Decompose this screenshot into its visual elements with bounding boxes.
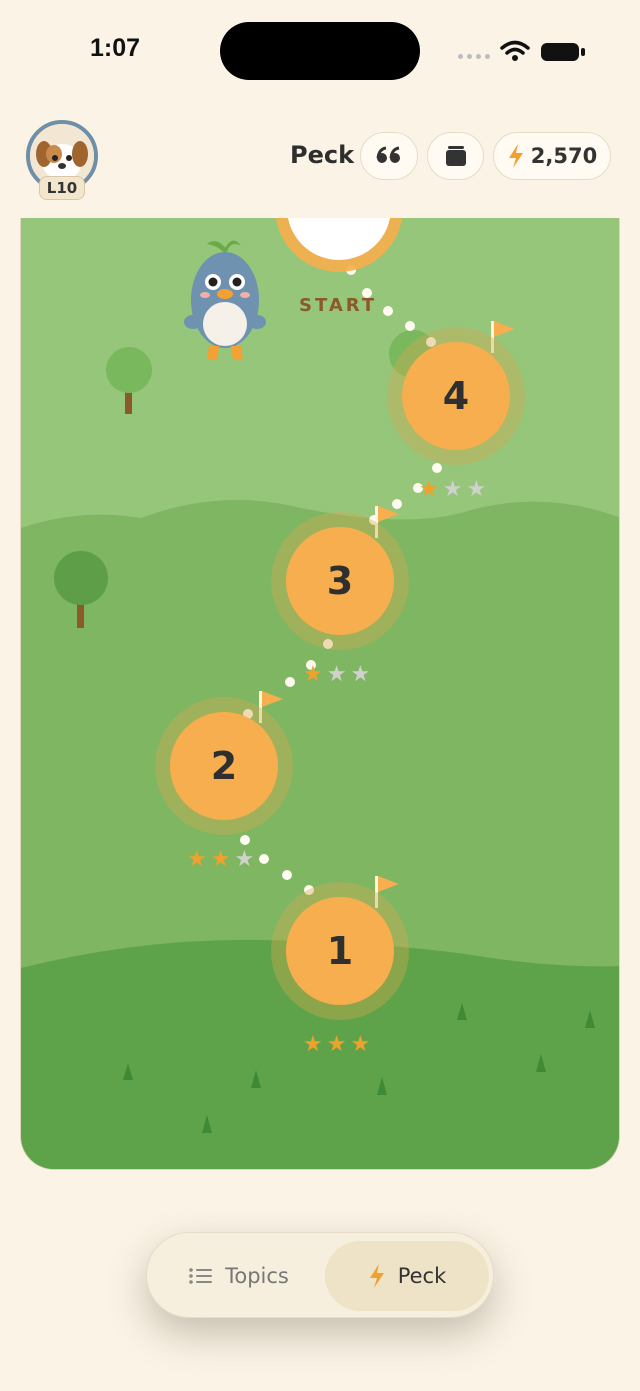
energy-counter[interactable]: 2,570 — [493, 132, 611, 180]
tab-bar: Topics Peck — [146, 1232, 494, 1318]
signal-icon — [458, 54, 490, 59]
star-filled-icon: ★ — [187, 847, 207, 872]
level-node-2[interactable]: 2 — [170, 712, 278, 820]
map-background — [21, 218, 619, 1169]
quote-button[interactable] — [360, 132, 418, 180]
star-filled-icon: ★ — [303, 662, 323, 687]
wifi-icon — [500, 40, 530, 61]
energy-value: 2,570 — [530, 144, 598, 168]
collection-button[interactable] — [427, 132, 484, 180]
star-filled-icon: ★ — [350, 1032, 371, 1057]
status-time: 1:07 — [90, 34, 141, 62]
star-filled-icon: ★ — [303, 1032, 323, 1057]
star-rating: ★ ★ ★ — [419, 479, 486, 501]
battery-icon — [541, 43, 585, 61]
star-filled-icon: ★ — [419, 477, 439, 502]
lightning-icon — [508, 144, 523, 168]
level-node-label: 1 — [326, 929, 354, 973]
star-empty-icon: ★ — [466, 477, 487, 502]
level-node-4[interactable]: 4 — [402, 342, 510, 450]
star-filled-icon: ★ — [326, 1032, 347, 1057]
tab-peck[interactable]: Peck — [325, 1241, 489, 1311]
star-rating: ★ ★ ★ — [187, 849, 254, 871]
star-empty-icon: ★ — [234, 847, 255, 872]
star-rating: ★ ★ ★ — [303, 1034, 370, 1056]
quote-icon — [376, 146, 400, 163]
page-title: Peck — [290, 141, 355, 169]
level-badge: L10 — [39, 176, 85, 200]
star-empty-icon: ★ — [326, 662, 347, 687]
level-node-3[interactable]: 3 — [286, 527, 394, 635]
list-icon — [189, 1268, 213, 1284]
tab-label: Peck — [397, 1264, 447, 1288]
star-empty-icon: ★ — [350, 662, 371, 687]
level-node-label: 4 — [442, 374, 470, 418]
lightning-icon — [369, 1264, 384, 1288]
level-node-label: 3 — [326, 559, 354, 603]
start-label: START — [299, 295, 378, 316]
dynamic-island — [220, 22, 420, 80]
tab-topics[interactable]: Topics — [159, 1241, 319, 1311]
star-rating: ★ ★ ★ — [303, 664, 370, 686]
star-empty-icon: ★ — [442, 477, 463, 502]
level-node-1[interactable]: 1 — [286, 897, 394, 1005]
level-node-label: 2 — [210, 744, 238, 788]
level-map: START 4 3 2 1 ★ ★ ★ ★ ★ ★ ★ ★ ★ ★ ★ ★ — [20, 218, 620, 1170]
box-icon — [445, 146, 466, 166]
star-filled-icon: ★ — [210, 847, 231, 872]
tab-label: Topics — [225, 1264, 289, 1288]
